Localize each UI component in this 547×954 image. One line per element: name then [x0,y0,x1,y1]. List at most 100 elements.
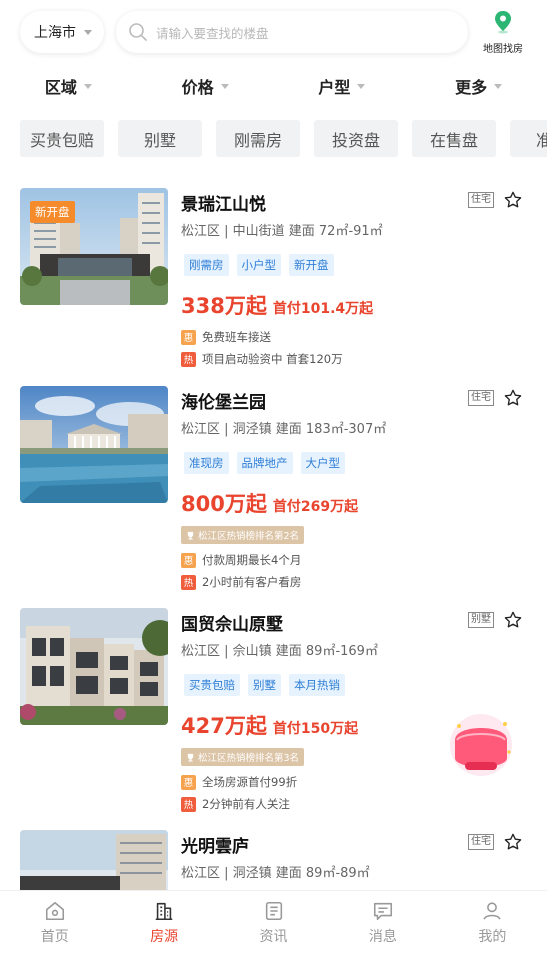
chevron-down-icon [357,83,366,89]
star-icon[interactable] [503,190,523,210]
news-icon [265,901,282,920]
nav-listings[interactable]: 房源 [109,891,218,954]
quick-tag[interactable]: 在售盘 [412,120,497,157]
nav-messages[interactable]: 消息 [328,891,437,954]
bottom-nav: 首页 房源 资讯 消息 我的 [0,890,547,954]
listing-card[interactable]: 海伦堡兰园 住宅 松江区 | 洞泾镇 建面 183㎡-307㎡ 准现房 品牌地产… [0,386,547,598]
map-pin-icon [495,11,511,34]
down-payment: 首付101.4万起 [272,301,374,317]
total-price: 800万起 [181,492,267,516]
down-payment: 首付269万起 [272,499,359,515]
listing-name[interactable]: 国贸佘山原墅 [181,610,283,635]
listing-name[interactable]: 景瑞江山悦 [181,190,266,215]
property-type-tag: 别墅 [468,612,494,628]
user-icon [483,901,501,920]
listing-card[interactable]: 光明雲庐 住宅 松江区 | 洞泾镇 建面 89㎡-89㎡ [0,830,547,890]
quick-tag[interactable]: 投资盘 [314,120,399,157]
filter-label: 户型 [318,78,351,97]
building-icon [155,902,173,920]
perk-text: 项目启动验资中 首套120万 [202,352,343,366]
filter-layout[interactable]: 户型 [274,68,411,104]
chevron-down-icon [494,83,503,89]
property-type-tag: 住宅 [468,834,494,850]
city-selector[interactable]: 上海市 [20,11,104,53]
feature-chips: 买贵包赔 别墅 本月热销 [184,674,345,696]
nav-label: 资讯 [259,928,288,945]
chevron-down-icon [220,83,229,89]
villa-photo [20,608,168,725]
listing-name[interactable]: 海伦堡兰园 [181,388,266,413]
perk-text: 付款周期最长4个月 [202,553,302,567]
new-badge: 新开盘 [30,201,75,223]
quick-tag[interactable]: 准现 [510,120,547,157]
price-row: 338万起 首付101.4万起 [181,290,373,320]
ranking-badge: 松江区热销榜排名第3名 [181,748,305,766]
filter-price[interactable]: 价格 [137,68,274,104]
perk-row: 惠 免费班车接送 [181,329,271,345]
listing-meta: 松江区 | 佘山镇 建面 89㎡-169㎡ [181,644,378,659]
star-icon[interactable] [503,832,523,852]
perk-row: 热 2小时前有客户看房 [181,574,301,590]
hot-icon: 热 [181,574,196,590]
perk-row: 惠 付款周期最长4个月 [181,552,301,568]
listing-name[interactable]: 光明雲庐 [181,832,249,857]
nav-label: 首页 [40,928,69,945]
ranking-text: 松江区热销榜排名第3名 [198,753,300,764]
quick-tag[interactable]: 刚需房 [216,120,301,157]
quick-tag[interactable]: 买贵包赔 [20,120,105,157]
filter-label: 更多 [455,78,488,97]
discount-icon: 惠 [181,329,196,345]
chevron-down-icon [83,83,92,89]
discount-icon: 惠 [181,774,196,790]
filter-more[interactable]: 更多 [410,68,547,104]
listing-photo[interactable]: 新开盘 [20,188,168,305]
top-bar: 上海市 请输入要查找的楼盘 地图找房 [0,0,547,64]
search-input[interactable]: 请输入要查找的楼盘 [116,11,468,53]
discount-icon: 惠 [181,552,196,568]
price-row: 427万起 首付150万起 [181,710,358,740]
listing-meta: 松江区 | 洞泾镇 建面 89㎡-89㎡ [181,866,370,881]
hot-icon: 热 [181,351,196,367]
perk-text: 2小时前有客户看房 [202,575,302,589]
ranking-text: 松江区热销榜排名第2名 [198,531,300,542]
home-icon [45,901,64,920]
red-envelope-promo[interactable] [443,712,519,778]
feature-chips: 准现房 品牌地产 大户型 [184,452,345,474]
search-icon [129,23,147,41]
star-icon[interactable] [503,388,523,408]
listing-photo[interactable] [20,830,168,890]
listing-meta: 松江区 | 中山街道 建面 72㎡-91㎡ [181,224,383,239]
feature-chip: 本月热销 [289,674,345,696]
quick-tag[interactable]: 别墅 [118,120,203,157]
filter-bar: 区域 价格 户型 更多 [0,68,547,104]
listing-photo[interactable] [20,608,168,725]
feature-chip: 品牌地产 [236,452,293,474]
price-row: 800万起 首付269万起 [181,488,358,518]
filter-area[interactable]: 区域 [0,68,137,104]
total-price: 338万起 [181,294,267,318]
nav-label: 消息 [368,928,397,945]
star-icon[interactable] [503,610,523,630]
city-label: 上海市 [34,25,76,41]
nav-label: 房源 [150,928,179,945]
search-placeholder: 请输入要查找的楼盘 [156,25,269,41]
filter-label: 区域 [44,78,77,97]
feature-chip: 新开盘 [289,254,334,276]
trophy-icon [187,531,194,540]
listing-card[interactable]: 新开盘 景瑞江山悦 住宅 松江区 | 中山街道 建面 72㎡-91㎡ 刚需房 小… [0,188,547,378]
filter-label: 价格 [181,78,214,97]
chevron-down-icon [84,29,92,35]
feature-chips: 刚需房 小户型 新开盘 [184,254,334,276]
perk-text: 全场房源首付99折 [202,775,298,789]
feature-chip: 别墅 [248,674,281,696]
listing-photo[interactable] [20,386,168,503]
perk-text: 2分钟前有人关注 [202,797,290,811]
total-price: 427万起 [181,714,267,738]
map-search-button[interactable]: 地图找房 [478,10,528,55]
perk-row: 惠 全场房源首付99折 [181,774,297,790]
nav-profile[interactable]: 我的 [438,891,547,954]
map-search-label: 地图找房 [483,44,523,55]
feature-chip: 准现房 [184,452,229,474]
nav-home[interactable]: 首页 [0,891,109,954]
nav-news[interactable]: 资讯 [219,891,328,954]
